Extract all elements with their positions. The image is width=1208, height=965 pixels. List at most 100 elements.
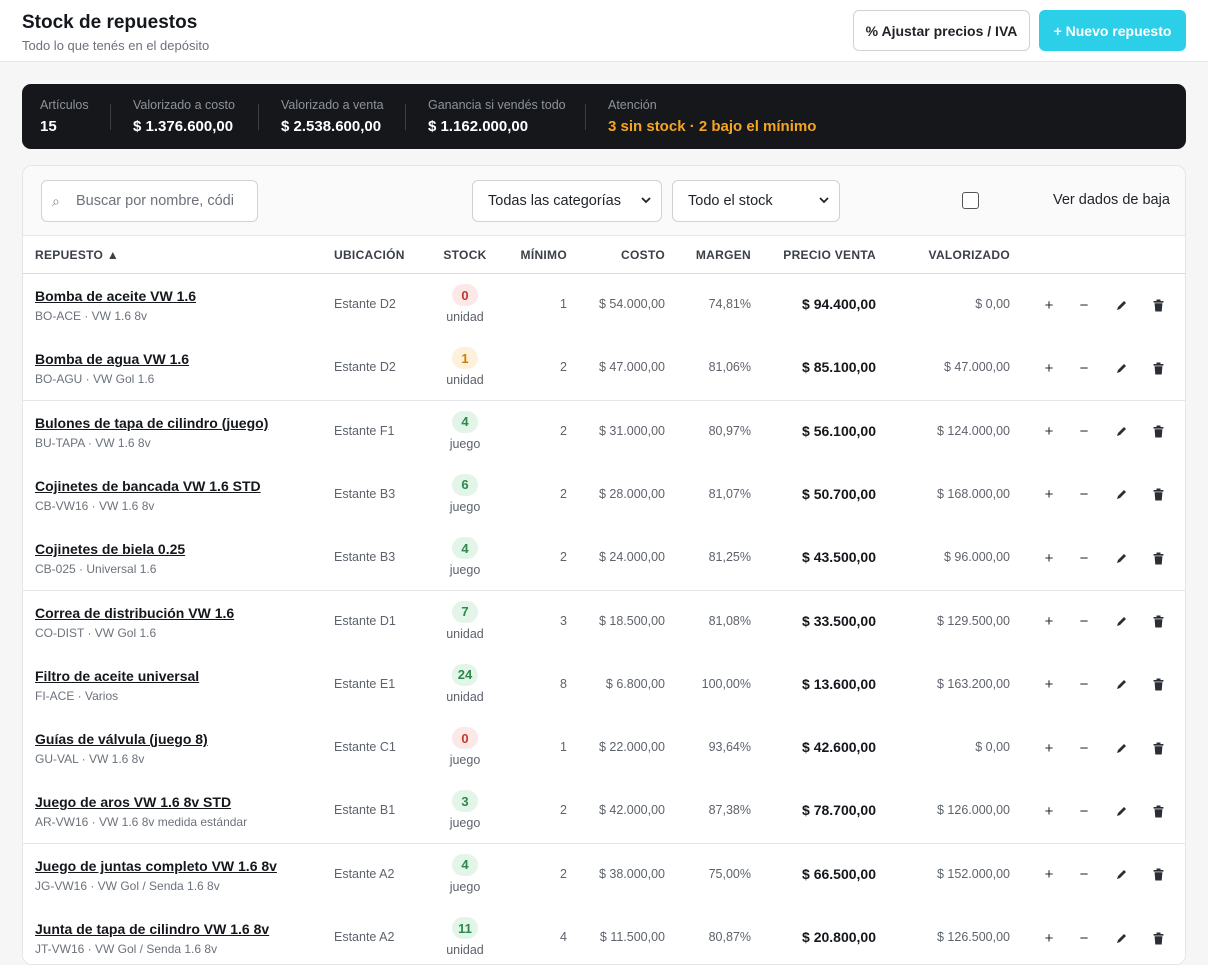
edit-icon[interactable] (1111, 357, 1131, 379)
cost-value: $ 54.000,00 (598, 297, 665, 311)
decrease-stock-button[interactable]: − (1074, 737, 1094, 759)
trash-icon[interactable] (1148, 927, 1168, 949)
trash-icon[interactable] (1148, 737, 1168, 759)
part-name-link[interactable]: Bomba de agua VW 1.6 (35, 351, 189, 367)
decrease-stock-button[interactable]: − (1074, 800, 1094, 822)
min-stock: 2 (560, 486, 567, 501)
col-part[interactable]: REPUESTO ▲ (35, 248, 119, 262)
cost-value: $ 38.000,00 (598, 866, 665, 881)
col-price[interactable]: PRECIO VENTA (766, 248, 876, 262)
increase-stock-button[interactable]: + (1039, 611, 1059, 633)
min-stock: 4 (560, 930, 567, 944)
increase-stock-button[interactable]: + (1039, 357, 1059, 379)
increase-stock-button[interactable]: + (1039, 547, 1059, 569)
search-box[interactable]: ⌕ (41, 180, 258, 222)
increase-stock-button[interactable]: + (1039, 294, 1059, 316)
part-name-link[interactable]: Guías de válvula (juego 8) (35, 731, 208, 747)
part-name-link[interactable]: Cojinetes de biela 0.25 (35, 541, 185, 557)
stock-badge: 11 (452, 917, 478, 939)
increase-stock-button[interactable]: + (1039, 421, 1059, 443)
decrease-stock-button[interactable]: − (1074, 294, 1094, 316)
decrease-stock-button[interactable]: − (1074, 357, 1094, 379)
part-name-link[interactable]: Junta de tapa de cilindro VW 1.6 8v (35, 921, 269, 937)
stock-badge: 0 (452, 727, 478, 750)
part-name-link[interactable]: Juego de aros VW 1.6 8v STD (35, 794, 231, 810)
decrease-stock-button[interactable]: − (1074, 674, 1094, 696)
edit-icon[interactable] (1111, 737, 1131, 759)
divider (110, 104, 111, 130)
margin-value: 81,07% (708, 486, 751, 501)
edit-icon[interactable] (1111, 611, 1131, 633)
decrease-stock-button[interactable]: − (1074, 611, 1094, 633)
page-header: Stock de repuestos Todo lo que tenés en … (0, 0, 1208, 62)
trash-icon[interactable] (1148, 611, 1168, 633)
table-row: Bomba de aceite VW 1.6 BO-ACE · VW 1.6 8v… (23, 274, 1185, 338)
stock-unit: unidad (446, 689, 484, 704)
part-location: Estante B1 (334, 803, 396, 818)
table-row: Bomba de agua VW 1.6 BO-AGU · VW Gol 1.6 E… (23, 337, 1185, 402)
increase-stock-button[interactable]: + (1039, 484, 1059, 506)
sale-price: $ 94.400,00 (802, 296, 876, 312)
col-stock[interactable]: STOCK (433, 248, 497, 262)
trash-icon[interactable] (1148, 357, 1168, 379)
trash-icon[interactable] (1148, 547, 1168, 569)
decrease-stock-button[interactable]: − (1074, 547, 1094, 569)
stock-badge: 1 (452, 347, 478, 370)
part-code: CB-VW16 · VW 1.6 8v (35, 498, 155, 513)
increase-stock-button[interactable]: + (1039, 800, 1059, 822)
edit-icon[interactable] (1111, 547, 1131, 569)
trash-icon[interactable] (1148, 484, 1168, 506)
divider (405, 104, 406, 130)
part-name-link[interactable]: Cojinetes de bancada VW 1.6 STD (35, 478, 261, 494)
part-location: Estante D1 (334, 613, 396, 628)
part-name-link[interactable]: Juego de juntas completo VW 1.6 8v (35, 858, 277, 874)
part-location: Estante E1 (334, 676, 396, 691)
increase-stock-button[interactable]: + (1039, 674, 1059, 696)
decrease-stock-button[interactable]: − (1074, 927, 1094, 949)
edit-icon[interactable] (1111, 421, 1131, 443)
valued-amount: $ 129.500,00 (937, 613, 1010, 628)
increase-stock-button[interactable]: + (1039, 927, 1059, 949)
trash-icon[interactable] (1148, 800, 1168, 822)
edit-icon[interactable] (1111, 927, 1131, 949)
sale-price: $ 66.500,00 (802, 865, 876, 882)
valued-amount: $ 96.000,00 (943, 550, 1010, 565)
stock-filter-select[interactable]: Todo el stock (672, 180, 840, 222)
col-min[interactable]: MÍNIMO (497, 248, 567, 262)
new-part-button[interactable]: + Nuevo repuesto (1039, 10, 1186, 51)
trash-icon[interactable] (1148, 294, 1168, 316)
category-select[interactable]: Todas las categorías (472, 180, 662, 222)
search-input[interactable] (76, 191, 251, 211)
edit-icon[interactable] (1111, 674, 1131, 696)
trash-icon[interactable] (1148, 421, 1168, 443)
search-icon: ⌕ (52, 193, 60, 209)
trash-icon[interactable] (1148, 674, 1168, 696)
edit-icon[interactable] (1111, 294, 1131, 316)
col-location[interactable]: UBICACIÓN (334, 248, 405, 262)
trash-icon[interactable] (1148, 864, 1168, 886)
increase-stock-button[interactable]: + (1039, 737, 1059, 759)
part-name-link[interactable]: Filtro de aceite universal (35, 668, 199, 684)
stock-badge: 6 (452, 473, 478, 496)
part-name-link[interactable]: Bulones de tapa de cilindro (juego) (35, 415, 268, 431)
increase-stock-button[interactable]: + (1039, 864, 1059, 886)
valued-amount: $ 0,00 (975, 740, 1010, 755)
adjust-prices-button[interactable]: % Ajustar precios / IVA (853, 10, 1030, 51)
stat-value: 3 sin stock · 2 bajo el mínimo (608, 118, 817, 135)
col-margin[interactable]: MARGEN (671, 248, 751, 262)
divider (258, 104, 259, 130)
part-name-link[interactable]: Bomba de aceite VW 1.6 (35, 288, 196, 304)
decrease-stock-button[interactable]: − (1074, 421, 1094, 443)
show-deleted-checkbox[interactable] (962, 192, 979, 209)
decrease-stock-button[interactable]: − (1074, 484, 1094, 506)
col-cost[interactable]: COSTO (585, 248, 665, 262)
stock-unit: unidad (446, 943, 484, 957)
edit-icon[interactable] (1111, 800, 1131, 822)
edit-icon[interactable] (1111, 484, 1131, 506)
col-valued[interactable]: VALORIZADO (890, 248, 1010, 262)
sale-price: $ 78.700,00 (802, 802, 876, 819)
stock-badge: 7 (452, 600, 478, 623)
part-name-link[interactable]: Correa de distribución VW 1.6 (35, 605, 234, 621)
edit-icon[interactable] (1111, 864, 1131, 886)
decrease-stock-button[interactable]: − (1074, 864, 1094, 886)
